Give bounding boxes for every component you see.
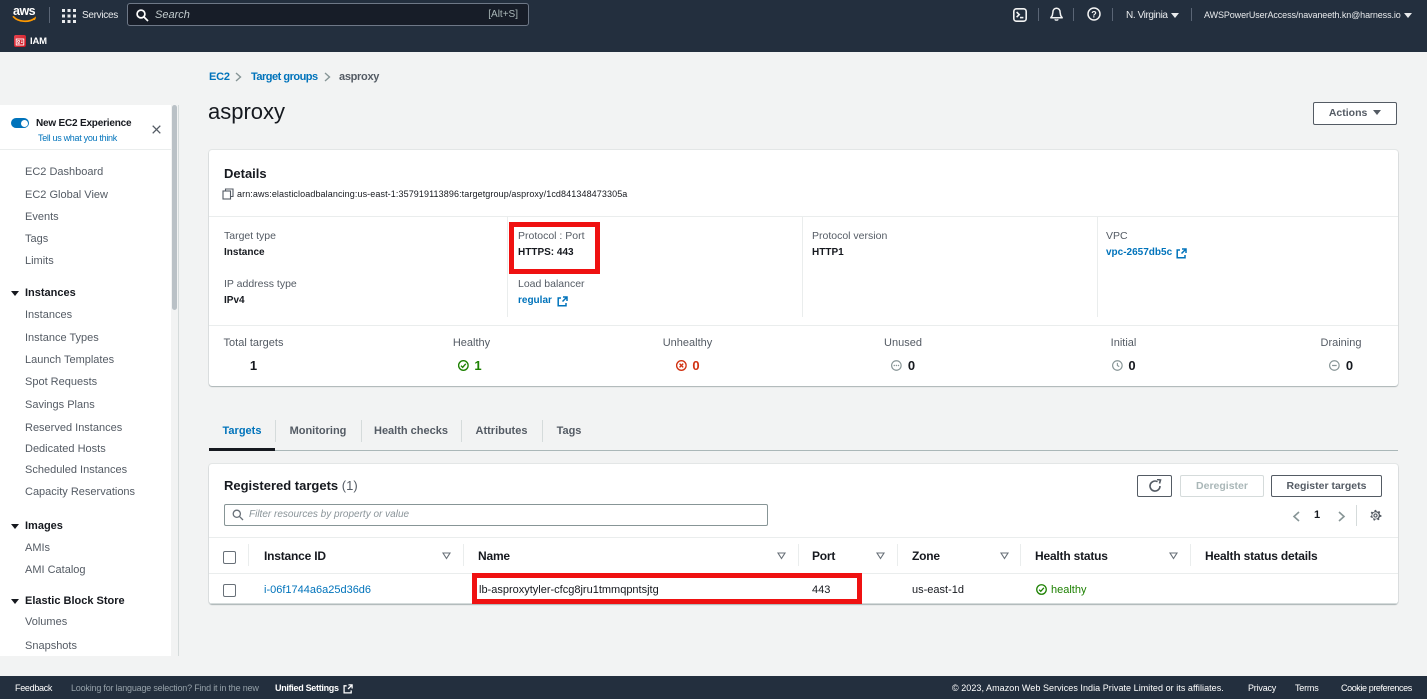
svg-text:?: ?	[1091, 9, 1097, 19]
